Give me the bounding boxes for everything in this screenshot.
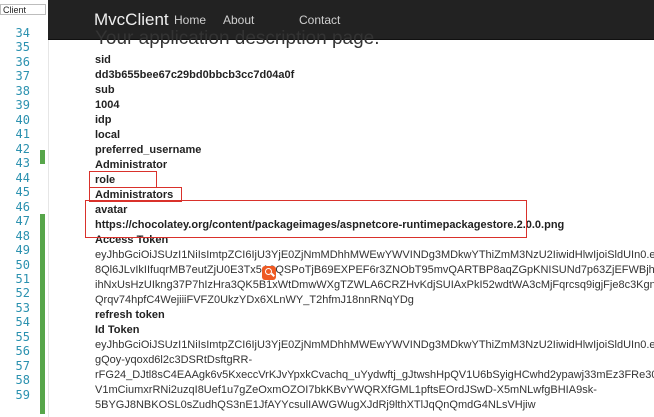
- claim-row: Administrator: [95, 159, 168, 171]
- claim-row: dd3b655bee67c29bd0bbcb3cc7d04a0f: [95, 69, 295, 81]
- highlight-box-avatar: [85, 200, 527, 238]
- line-number: 56: [15, 344, 30, 359]
- line-number: 58: [15, 373, 30, 388]
- line-number: 48: [15, 228, 30, 243]
- line-number: 37: [15, 69, 30, 84]
- claim-row: 5BYGJ8NBKOSL0sZudhQS3nE1JfAYYcsulIAWGWug…: [95, 399, 536, 411]
- line-number: 57: [15, 358, 30, 373]
- line-number: 43: [15, 156, 30, 171]
- line-number: 55: [15, 329, 30, 344]
- nav-about-link[interactable]: About: [223, 13, 254, 27]
- line-number: 52: [15, 286, 30, 301]
- nav-home-link[interactable]: Home: [174, 13, 206, 27]
- claim-row: eyJhbGciOiJSUzI1NiIsImtpZCI6IjU3YjE0ZjNm…: [95, 339, 654, 351]
- line-number: 41: [15, 127, 30, 142]
- line-number: 45: [15, 185, 30, 200]
- line-number: 49: [15, 243, 30, 258]
- claim-row: Id Token: [95, 324, 140, 336]
- line-number: 44: [15, 170, 30, 185]
- claim-row: sid: [95, 54, 111, 66]
- page-heading: Your application description page.: [95, 28, 380, 49]
- line-number: 46: [15, 199, 30, 214]
- claim-row: eyJhbGciOiJSUzI1NiIsImtpZCI6IjU3YjE0ZjNm…: [95, 249, 654, 261]
- change-marker: [40, 214, 45, 414]
- line-number: 35: [15, 40, 30, 55]
- line-number: 53: [15, 300, 30, 315]
- claim-row: gQoy-yqoxd6l2c3DSRtDsftgRR-: [95, 354, 253, 366]
- claim-row: preferred_username: [95, 144, 202, 156]
- claim-row: 1004: [95, 99, 120, 111]
- line-number: 39: [15, 98, 30, 113]
- editor-gutter: Client 34 35 36 37 38 39 40 41 42 43 44 45 46 47 48 49 5…: [0, 0, 49, 417]
- line-number: 34: [15, 26, 30, 40]
- search-icon[interactable]: [262, 266, 276, 280]
- line-number: 59: [15, 387, 30, 402]
- claim-row: idp: [95, 114, 112, 126]
- highlight-box-role: [89, 171, 157, 188]
- line-number: 38: [15, 83, 30, 98]
- line-number: 47: [15, 214, 30, 229]
- nav-contact-link[interactable]: Contact: [299, 13, 340, 27]
- line-numbers: 34 35 36 37 38 39 40 41 42 43 44 45 46 47 48 49 50 51 52 53…: [0, 26, 30, 402]
- claim-row: 8Ql6JLvIkIIfuqrMB7eutZjU0E3Tx5A9QSPoTjB6…: [95, 264, 654, 276]
- line-number: 42: [15, 141, 30, 156]
- line-number: 50: [15, 257, 30, 272]
- claim-row: rFG24_DJtl8sC4EAAgk6v5KxeccVrKJvYpxkCvac…: [95, 369, 654, 381]
- claim-row: role: [95, 174, 116, 186]
- claim-row: V1mCiumxrRNi2uzqI8Uef1u7gZeOxmOZOI7bkKBv…: [95, 384, 597, 396]
- line-number: 36: [15, 54, 30, 69]
- brand-link[interactable]: MvcClient: [94, 10, 169, 30]
- editor-tab-label[interactable]: Client: [0, 4, 46, 15]
- claim-row: ihNxUsHzUIkng37P7hIzHra3QK5B1xWtDmwWXgTZ…: [95, 279, 654, 291]
- claim-row: local: [95, 129, 121, 141]
- line-number: 54: [15, 315, 30, 330]
- change-marker: [40, 150, 45, 164]
- line-number: 40: [15, 112, 30, 127]
- claim-row: Qrqv74hpfC4WejiiiFVFZ0UkzYDx6XLnWY_T2hfm…: [95, 294, 414, 306]
- claim-row: sub: [95, 84, 115, 96]
- claim-row: refresh token: [95, 309, 165, 321]
- line-number: 51: [15, 271, 30, 286]
